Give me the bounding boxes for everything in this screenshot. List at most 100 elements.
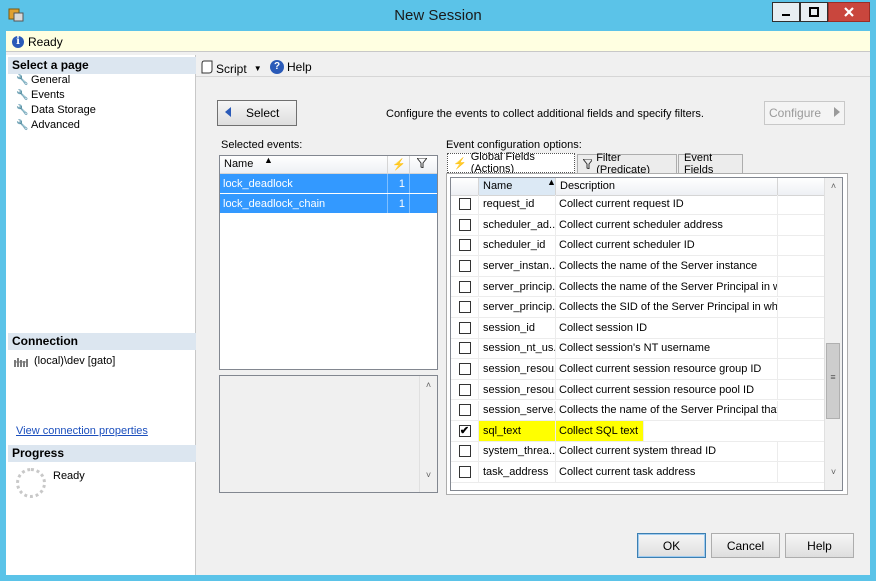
field-row[interactable]: task_address Collect current task address	[451, 462, 824, 483]
actions-column-header[interactable]: ⚡	[388, 156, 410, 173]
cancel-button[interactable]: Cancel	[711, 533, 780, 558]
field-checkbox[interactable]	[458, 198, 471, 211]
field-checkbox-cell[interactable]	[451, 215, 479, 235]
select-button[interactable]: Select	[217, 100, 297, 126]
field-checkbox-cell[interactable]	[451, 194, 479, 215]
field-description: Collects the name of the Server Principa…	[556, 276, 778, 297]
arrow-right-icon	[833, 106, 841, 120]
description-scrollbar[interactable]: ˄ ˅	[419, 376, 437, 492]
selected-events-grid[interactable]: Name ▲ ⚡ lock_deadlock 1 lock_deadlock_c…	[219, 155, 438, 370]
field-row[interactable]: scheduler_id Collect current scheduler ID	[451, 235, 824, 257]
help-button[interactable]: ? Help	[270, 60, 312, 74]
status-bar	[6, 31, 870, 52]
help-dialog-button[interactable]: Help	[785, 533, 854, 558]
field-name: server_princip...	[479, 276, 556, 297]
filter-column-header[interactable]	[410, 156, 434, 173]
page-item-events[interactable]: 🔧 Events	[16, 89, 65, 101]
page-label: Advanced	[31, 119, 80, 131]
minimize-icon	[782, 14, 790, 16]
script-label: Script	[216, 61, 247, 76]
wrench-icon: 🔧	[16, 119, 29, 131]
tab-filter[interactable]: Filter (Predicate)	[577, 152, 677, 176]
field-name: server_princip...	[479, 297, 556, 318]
wrench-icon: 🔧	[16, 104, 29, 116]
event-row[interactable]: lock_deadlock 1	[220, 174, 437, 194]
select-page-header: Select a page	[8, 57, 196, 74]
field-name: session_serve...	[479, 400, 556, 421]
field-row[interactable]: session_nt_us... Collect session's NT use…	[451, 338, 824, 360]
field-checkbox-cell[interactable]	[451, 379, 479, 400]
field-checkbox[interactable]	[458, 280, 471, 293]
field-checkbox-cell[interactable]: ✔	[451, 421, 479, 441]
name-column-header[interactable]: Name ▲	[479, 177, 556, 195]
field-checkbox-cell[interactable]	[451, 276, 479, 297]
tab-event-fields[interactable]: Event Fields	[678, 152, 743, 176]
field-row[interactable]: server_princip... Collects the name of th…	[451, 276, 824, 298]
field-checkbox[interactable]	[458, 239, 471, 252]
field-checkbox[interactable]	[458, 260, 471, 273]
configure-button[interactable]: Configure	[764, 101, 845, 125]
view-connection-properties-link[interactable]: View connection properties	[16, 425, 148, 437]
field-checkbox[interactable]	[458, 218, 471, 231]
field-checkbox[interactable]	[458, 321, 471, 334]
tab-global-fields[interactable]: ⚡ Global Fields (Actions)	[447, 151, 575, 175]
field-checkbox[interactable]	[458, 445, 471, 458]
scroll-down-icon: ˅	[830, 467, 837, 477]
field-name: session_id	[479, 318, 556, 338]
field-checkbox[interactable]	[458, 383, 471, 396]
field-checkbox[interactable]	[458, 301, 471, 314]
fields-scrollbar[interactable]: ˄ ˅	[824, 178, 842, 490]
script-icon	[201, 60, 213, 77]
field-name: scheduler_ad...	[479, 215, 556, 235]
field-checkbox[interactable]: ✔	[458, 424, 471, 437]
info-icon: i	[12, 36, 24, 48]
lightning-icon: ⚡	[453, 157, 467, 170]
script-button[interactable]: Script ▼	[201, 60, 262, 77]
field-checkbox-cell[interactable]	[451, 441, 479, 462]
field-description: Collect current session resource pool ID	[556, 379, 778, 400]
description-column-header[interactable]: Description	[556, 178, 778, 195]
field-row[interactable]: system_threa... Collect current system th…	[451, 441, 824, 463]
field-row[interactable]: server_princip... Collects the SID of the…	[451, 297, 824, 319]
field-row[interactable]: server_instan... Collects the name of the…	[451, 256, 824, 277]
field-row[interactable]: session_serve... Collects the name of the…	[451, 400, 824, 422]
field-row[interactable]: session_resou... Collect current session …	[451, 379, 824, 401]
maximize-button[interactable]	[800, 2, 828, 22]
configure-hint: Configure the events to collect addition…	[386, 108, 704, 120]
scrollbar-thumb[interactable]: ≡	[826, 343, 840, 419]
field-row[interactable]: session_resou... Collect current session …	[451, 359, 824, 380]
field-row[interactable]: ✔ sql_text Collect SQL text	[451, 421, 824, 442]
page-item-advanced[interactable]: 🔧 Advanced	[16, 119, 80, 131]
ok-button[interactable]: OK	[637, 533, 706, 558]
page-item-general[interactable]: 🔧 General	[16, 74, 70, 86]
minimize-button[interactable]	[772, 2, 800, 22]
field-checkbox-cell[interactable]	[451, 256, 479, 276]
event-row[interactable]: lock_deadlock_chain 1	[220, 194, 437, 214]
name-column-header[interactable]: Name ▲	[220, 155, 388, 173]
field-checkbox-cell[interactable]	[451, 359, 479, 379]
field-checkbox[interactable]	[458, 342, 471, 355]
progress-status: Ready	[53, 470, 85, 482]
field-checkbox-cell[interactable]	[451, 297, 479, 318]
field-checkbox[interactable]	[458, 466, 471, 479]
field-checkbox[interactable]	[458, 363, 471, 376]
close-button[interactable]	[828, 2, 870, 22]
field-description: Collect current scheduler address	[556, 215, 778, 235]
field-name: session_resou...	[479, 379, 556, 400]
field-checkbox-cell[interactable]	[451, 235, 479, 256]
field-name: server_instan...	[479, 256, 556, 276]
field-checkbox-cell[interactable]	[451, 318, 479, 338]
field-name: system_threa...	[479, 441, 556, 462]
connection-icon	[14, 356, 28, 368]
field-row[interactable]: request_id Collect current request ID	[451, 194, 824, 216]
field-row[interactable]: session_id Collect session ID	[451, 318, 824, 339]
field-checkbox-cell[interactable]	[451, 400, 479, 421]
field-checkbox[interactable]	[458, 404, 471, 417]
field-row[interactable]: scheduler_ad... Collect current scheduler…	[451, 215, 824, 236]
arrow-left-icon	[224, 106, 232, 120]
field-checkbox-cell[interactable]	[451, 462, 479, 482]
page-label: Data Storage	[31, 104, 96, 116]
page-item-data-storage[interactable]: 🔧 Data Storage	[16, 104, 96, 116]
field-checkbox-cell[interactable]	[451, 338, 479, 359]
checkbox-column-header	[451, 178, 479, 195]
